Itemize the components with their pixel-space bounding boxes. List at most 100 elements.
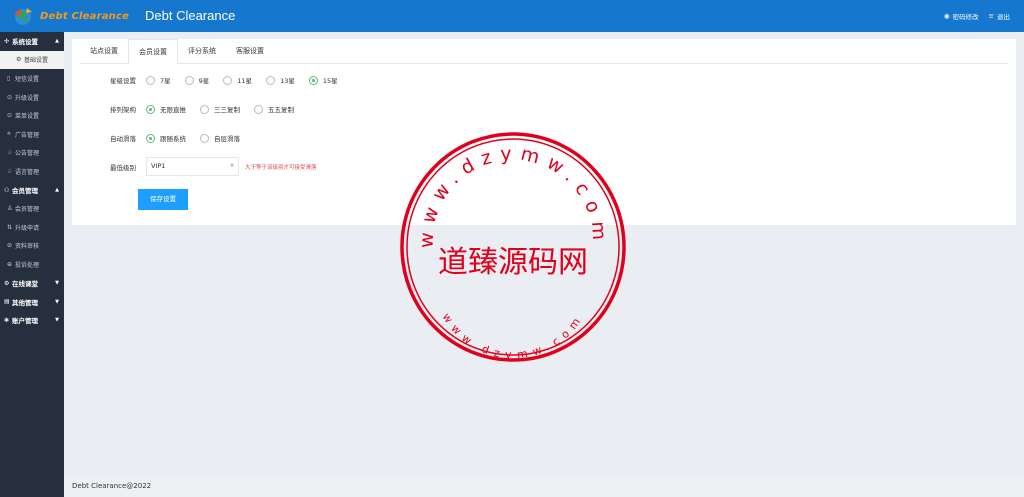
- structure-label: 排列架构: [110, 106, 136, 114]
- caret-icon: ▲: [55, 38, 59, 45]
- tab-3[interactable]: 客服设置: [226, 39, 274, 64]
- sidebar-item[interactable]: ✣ 系统设置 ▲: [0, 32, 64, 51]
- radio-label: 五五复制: [268, 106, 294, 114]
- sidebar-item[interactable]: ♤ 语言管理: [0, 162, 64, 181]
- sidebar-item-label: 升级设置: [15, 94, 40, 102]
- radio-label: 15星: [322, 77, 338, 85]
- sidebar-item[interactable]: ▯ 短信设置: [0, 69, 64, 88]
- radio-circle-icon: [146, 133, 155, 143]
- tab-1[interactable]: 会员设置: [128, 39, 178, 65]
- star-setting-row: 星级设置 7星 9星 11星 13星 15星: [72, 73, 1016, 87]
- watermark-stamp: www.dzymw.com 道臻源码网 www.dzymw.com: [400, 132, 626, 362]
- radio-label: 7星: [160, 77, 171, 85]
- sidebar-item-label: 系统设置: [12, 38, 38, 47]
- star-radio-option[interactable]: 11星: [223, 75, 252, 85]
- star-setting-label: 星级设置: [110, 77, 136, 85]
- app-title: Debt Clearance: [145, 8, 236, 23]
- sidebar-item-label: 语言管理: [15, 168, 40, 176]
- sidebar-item[interactable]: ⇅ 升级申请: [0, 218, 64, 237]
- logout-link[interactable]: ≡ 退出: [989, 11, 1010, 21]
- radio-label: 13星: [280, 77, 295, 85]
- menu-icon: ≡: [988, 12, 994, 20]
- sidebar-item-icon: ♤: [7, 167, 13, 175]
- sidebar-item[interactable]: ▤ 其他管理 ▼: [0, 292, 64, 311]
- sidebar-item-icon: ⟡: [7, 130, 11, 138]
- radio-label: 三三复制: [214, 106, 240, 114]
- sidebar-item-icon: ✣: [4, 37, 10, 45]
- auto-radio-option[interactable]: 自层滑落: [200, 133, 240, 143]
- radio-circle-icon: [223, 75, 233, 85]
- sidebar-item-icon: ⊘: [7, 242, 13, 250]
- stamp-bottom-arc-text: www.dzymw.com: [440, 311, 587, 362]
- sidebar-item[interactable]: ⊘ 资料审核: [0, 237, 64, 256]
- sidebar-item-icon: ♤: [7, 149, 13, 157]
- sidebar-item[interactable]: ♙ 会员管理: [0, 199, 64, 218]
- structure-row: 排列架构 无限直推 三三复制 五五复制: [72, 102, 1016, 116]
- sidebar-item[interactable]: ✱ 账户管理 ▼: [0, 311, 64, 330]
- auto-slide-options: 跟随系统 自层滑落: [146, 133, 254, 143]
- sidebar: ✣ 系统设置 ▲ ⚙ 基础设置 ▯ 短信设置 ⊙ 升级设置 ⊙ 菜单设置 ⟡ 广告管理 ♤ 公告管理 ♤ 语言管…: [0, 32, 64, 497]
- top-header: Debt Clearance Debt Clearance ◉ 密码修改 ≡ 退…: [0, 0, 1024, 32]
- sidebar-item-label: 短信设置: [15, 75, 40, 83]
- sidebar-item[interactable]: ♤ 公告管理: [0, 144, 64, 163]
- logo[interactable]: Debt Clearance: [12, 7, 129, 26]
- logo-text: Debt Clearance: [40, 11, 130, 22]
- radio-label: 无限直推: [160, 106, 186, 114]
- sidebar-item[interactable]: ⚙ 基础设置: [0, 50, 64, 70]
- tab-0[interactable]: 站点设置: [80, 39, 128, 64]
- sidebar-item-label: 菜单设置: [15, 113, 40, 121]
- radio-label: 11星: [237, 77, 253, 85]
- logout-label: 退出: [997, 13, 1010, 21]
- sidebar-item[interactable]: ⊕ 投诉处理: [0, 255, 64, 274]
- sidebar-item-label: 会员管理: [12, 187, 38, 196]
- sidebar-item-label: 其他管理: [12, 298, 38, 307]
- sidebar-item-label: 投诉处理: [15, 261, 40, 269]
- radio-circle-icon: [308, 75, 318, 85]
- sidebar-item[interactable]: ⟡ 广告管理: [0, 125, 64, 144]
- sidebar-item-icon: ⚙: [4, 279, 10, 287]
- radio-circle-icon: [200, 133, 209, 143]
- globe-logo-icon: [14, 8, 32, 25]
- star-radio-option[interactable]: 7星: [146, 75, 171, 85]
- radio-circle-icon: [146, 75, 155, 85]
- sidebar-item[interactable]: ⊙ 升级设置: [0, 88, 64, 107]
- sidebar-item-label: 公告管理: [15, 150, 40, 158]
- sidebar-item[interactable]: ⊙ 菜单设置: [0, 106, 64, 125]
- change-password-link[interactable]: ◉ 密码修改: [944, 11, 979, 21]
- radio-label: 9星: [198, 77, 210, 85]
- change-password-label: 密码修改: [952, 13, 979, 21]
- stamp-main-text: 道臻源码网: [438, 245, 588, 280]
- sidebar-item-label: 升级申请: [15, 224, 40, 232]
- star-radio-option[interactable]: 15星: [308, 75, 338, 85]
- structure-radio-option[interactable]: 无限直推: [146, 104, 186, 114]
- settings-tabs: 站点设置 会员设置 评分系统 客服设置: [80, 39, 1008, 65]
- structure-radio-option[interactable]: 三三复制: [200, 104, 240, 114]
- sidebar-item-icon: ♙: [7, 205, 13, 213]
- star-radio-option[interactable]: 9星: [184, 75, 210, 85]
- caret-icon: ▼: [55, 280, 59, 287]
- sidebar-item[interactable]: ⚙ 在线课堂 ▼: [0, 274, 64, 293]
- caret-icon: ▲: [55, 187, 59, 194]
- sidebar-item-icon: ⚇: [4, 186, 10, 194]
- auto-radio-option[interactable]: 跟随系统: [146, 133, 186, 143]
- chevron-down-icon: ▼: [230, 163, 234, 169]
- sidebar-item-icon: ⇅: [7, 223, 13, 231]
- caret-icon: ▼: [55, 298, 59, 305]
- radio-label: 自层滑落: [214, 135, 240, 143]
- sidebar-item-icon: ⊙: [7, 112, 13, 120]
- lock-icon: ◉: [943, 12, 950, 20]
- structure-radio-option[interactable]: 五五复制: [254, 104, 294, 114]
- sidebar-item-icon: ▯: [7, 74, 11, 82]
- sidebar-item[interactable]: ⚇ 会员管理 ▲: [0, 181, 64, 200]
- sidebar-item-icon: ▤: [4, 298, 10, 306]
- tab-2[interactable]: 评分系统: [178, 39, 226, 64]
- structure-options: 无限直推 三三复制 五五复制: [146, 104, 308, 114]
- min-level-hint: 大于等于该级别才可接受滑落: [245, 165, 317, 171]
- star-radio-option[interactable]: 13星: [266, 75, 295, 85]
- radio-circle-icon: [184, 75, 194, 85]
- sidebar-item-label: 账户管理: [12, 317, 38, 326]
- star-options: 7星 9星 11星 13星 15星: [146, 75, 352, 85]
- save-settings-button[interactable]: 保存设置: [138, 189, 188, 210]
- min-level-select[interactable]: VIP1 ▼: [146, 157, 239, 176]
- sidebar-item-icon: ⚙: [16, 56, 22, 64]
